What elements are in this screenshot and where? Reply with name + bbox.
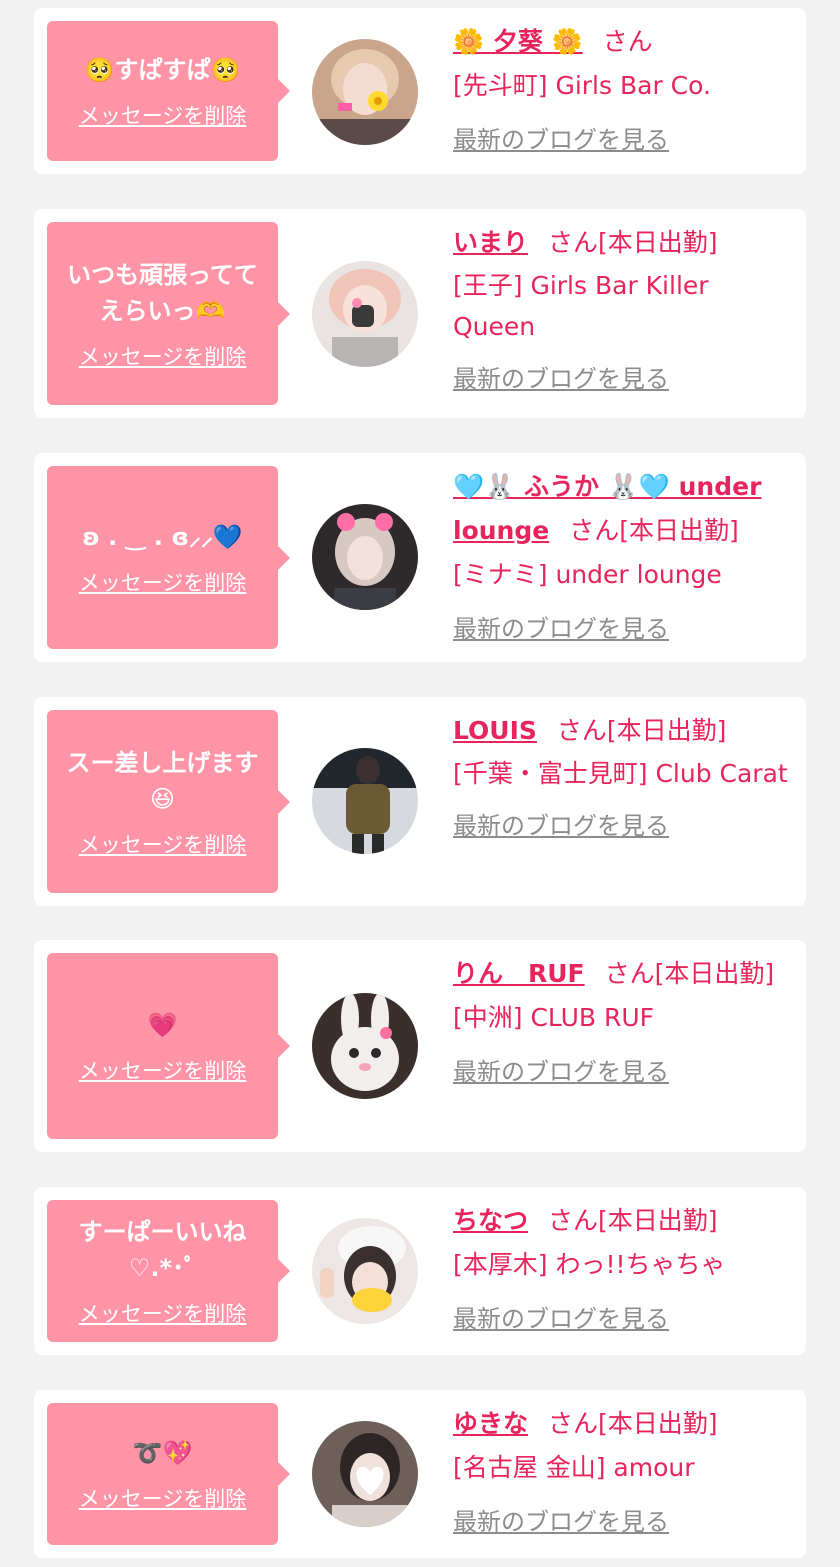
cast-info: りん RUF さん[本日出勤] [中洲] CLUB RUF 最新のブログを見る xyxy=(453,952,788,1094)
work-status: [本日出勤] xyxy=(654,959,775,988)
avatar[interactable] xyxy=(312,39,418,145)
cast-info: 🌼 夕葵 🌼 さん [先斗町] Girls Bar Co. 最新のブログを見る xyxy=(453,20,788,162)
latest-blog-link[interactable]: 最新のブログを見る xyxy=(453,118,669,162)
delete-message-link[interactable]: メッセージを削除 xyxy=(79,1483,247,1513)
message-text: ➰💖 xyxy=(132,1439,193,1467)
cast-info: LOUIS さん[本日出勤] [千葉・富士見町] Club Carat 最新のブロ… xyxy=(453,709,788,848)
avatar[interactable] xyxy=(312,1421,418,1527)
name-line: 🌼 夕葵 🌼 さん xyxy=(453,20,788,64)
message-bubble: 💗 メッセージを削除 xyxy=(47,953,290,1139)
shop-name: [千葉・富士見町] Club Carat xyxy=(453,759,788,788)
latest-blog-link[interactable]: 最新のブログを見る xyxy=(453,607,669,651)
message-bubble: ʚ . ‿ . ɞ⸝⸝💙 メッセージを削除 xyxy=(47,466,290,649)
cast-name-link[interactable]: ゆきな xyxy=(453,1409,528,1438)
message-card: すーぱーいいね ♡.*･ﾟ メッセージを削除 ちなつ さん[本日出勤] [本厚木]… xyxy=(34,1187,806,1355)
avatar[interactable] xyxy=(312,748,418,854)
shop-name: [王子] Girls Bar Killer Queen xyxy=(453,271,709,341)
message-text: ʚ . ‿ . ɞ⸝⸝💙 xyxy=(82,522,243,551)
avatar-image xyxy=(312,993,418,1099)
delete-message-link[interactable]: メッセージを削除 xyxy=(79,341,247,371)
avatar[interactable] xyxy=(312,1218,418,1324)
message-card: 💗 メッセージを削除 りん RUF さん[本日出勤] [中洲] CLUB RUF … xyxy=(34,940,806,1152)
delete-message-link[interactable]: メッセージを削除 xyxy=(79,100,247,130)
cast-info: 🩵🐰 ふうか 🐰🩵 under lounge さん[本日出勤] [ミナミ] und… xyxy=(453,465,788,651)
shop-name: [先斗町] Girls Bar Co. xyxy=(453,71,711,100)
work-status: [本日出勤] xyxy=(598,1409,718,1438)
name-line: ゆきな さん[本日出勤] xyxy=(453,1402,788,1446)
avatar-image xyxy=(312,504,418,610)
honorific: さん xyxy=(604,959,655,988)
avatar-image xyxy=(312,261,418,367)
message-bubble: ➰💖 メッセージを削除 xyxy=(47,1403,290,1545)
avatar-image xyxy=(312,1218,418,1324)
honorific: さん xyxy=(602,27,653,56)
work-status: [本日出勤] xyxy=(619,516,739,545)
name-line: ちなつ さん[本日出勤] xyxy=(453,1199,788,1243)
delete-message-link[interactable]: メッセージを削除 xyxy=(79,567,247,597)
avatar[interactable] xyxy=(312,504,418,610)
message-text: 🥺すぱすぱ🥺 xyxy=(84,56,241,84)
message-text: スー差し上げます 😆 xyxy=(66,748,259,813)
message-text: 💗 xyxy=(147,1011,178,1039)
avatar[interactable] xyxy=(312,261,418,367)
shop-name: [本厚木] わっ!!ちゃちゃ xyxy=(453,1250,726,1279)
message-text: すーぱーいいね ♡.*･ﾟ xyxy=(78,1218,247,1282)
honorific: さん xyxy=(548,1206,599,1235)
name-line: 🩵🐰 ふうか 🐰🩵 under lounge さん[本日出勤] xyxy=(453,465,788,553)
delete-message-link[interactable]: メッセージを削除 xyxy=(79,1298,247,1328)
latest-blog-link[interactable]: 最新のブログを見る xyxy=(453,357,669,401)
message-card: いつも頑張ってて えらいっ🫶 メッセージを削除 いまり さん[本日出勤] [王子]… xyxy=(34,209,806,418)
cast-info: ゆきな さん[本日出勤] [名古屋 金山] amour 最新のブログを見る xyxy=(453,1402,788,1544)
latest-blog-link[interactable]: 最新のブログを見る xyxy=(453,1050,669,1094)
cast-name-link[interactable]: LOUIS xyxy=(453,716,537,745)
avatar-image xyxy=(312,1421,418,1527)
latest-blog-link[interactable]: 最新のブログを見る xyxy=(453,1500,669,1544)
honorific: さん xyxy=(548,1409,599,1438)
avatar-image xyxy=(312,39,418,145)
message-card: 🥺すぱすぱ🥺 メッセージを削除 🌼 夕葵 🌼 さん [先斗町] Girls Bar… xyxy=(34,8,806,174)
honorific: さん xyxy=(569,516,620,545)
message-card: スー差し上げます 😆 メッセージを削除 LOUIS さん[本日出勤] [千葉・富士… xyxy=(34,697,806,906)
delete-message-link[interactable]: メッセージを削除 xyxy=(79,829,247,859)
name-line: いまり さん[本日出勤] xyxy=(453,221,788,265)
name-line: りん RUF さん[本日出勤] xyxy=(453,952,788,996)
cast-info: いまり さん[本日出勤] [王子] Girls Bar Killer Queen … xyxy=(453,221,788,401)
avatar-image xyxy=(312,748,418,854)
work-status: [本日出勤] xyxy=(598,1206,718,1235)
message-bubble: すーぱーいいね ♡.*･ﾟ メッセージを削除 xyxy=(47,1200,290,1342)
honorific: さん xyxy=(548,228,599,257)
work-status: [本日出勤] xyxy=(598,228,718,257)
message-text: いつも頑張ってて えらいっ🫶 xyxy=(67,260,258,325)
shop-name: [中洲] CLUB RUF xyxy=(453,1003,655,1032)
message-card: ʚ . ‿ . ɞ⸝⸝💙 メッセージを削除 🩵🐰 ふうか 🐰🩵 under lo… xyxy=(34,453,806,662)
message-card: ➰💖 メッセージを削除 ゆきな さん[本日出勤] [名古屋 金山] amour 最… xyxy=(34,1390,806,1558)
message-bubble: 🥺すぱすぱ🥺 メッセージを削除 xyxy=(47,21,290,161)
delete-message-link[interactable]: メッセージを削除 xyxy=(79,1055,247,1085)
honorific: さん xyxy=(556,716,607,745)
avatar[interactable] xyxy=(312,993,418,1099)
work-status: [本日出勤] xyxy=(606,716,727,745)
cast-name-link[interactable]: りん RUF xyxy=(453,959,585,988)
name-line: LOUIS さん[本日出勤] xyxy=(453,709,788,753)
cast-name-link[interactable]: いまり xyxy=(453,228,528,257)
cast-name-link[interactable]: ちなつ xyxy=(453,1206,528,1235)
message-bubble: いつも頑張ってて えらいっ🫶 メッセージを削除 xyxy=(47,222,290,405)
latest-blog-link[interactable]: 最新のブログを見る xyxy=(453,1297,669,1341)
shop-name: [ミナミ] under lounge xyxy=(453,560,722,589)
message-bubble: スー差し上げます 😆 メッセージを削除 xyxy=(47,710,290,893)
latest-blog-link[interactable]: 最新のブログを見る xyxy=(453,804,669,848)
shop-name: [名古屋 金山] amour xyxy=(453,1453,695,1482)
cast-name-link[interactable]: 🌼 夕葵 🌼 xyxy=(453,27,583,56)
cast-info: ちなつ さん[本日出勤] [本厚木] わっ!!ちゃちゃ 最新のブログを見る xyxy=(453,1199,788,1341)
